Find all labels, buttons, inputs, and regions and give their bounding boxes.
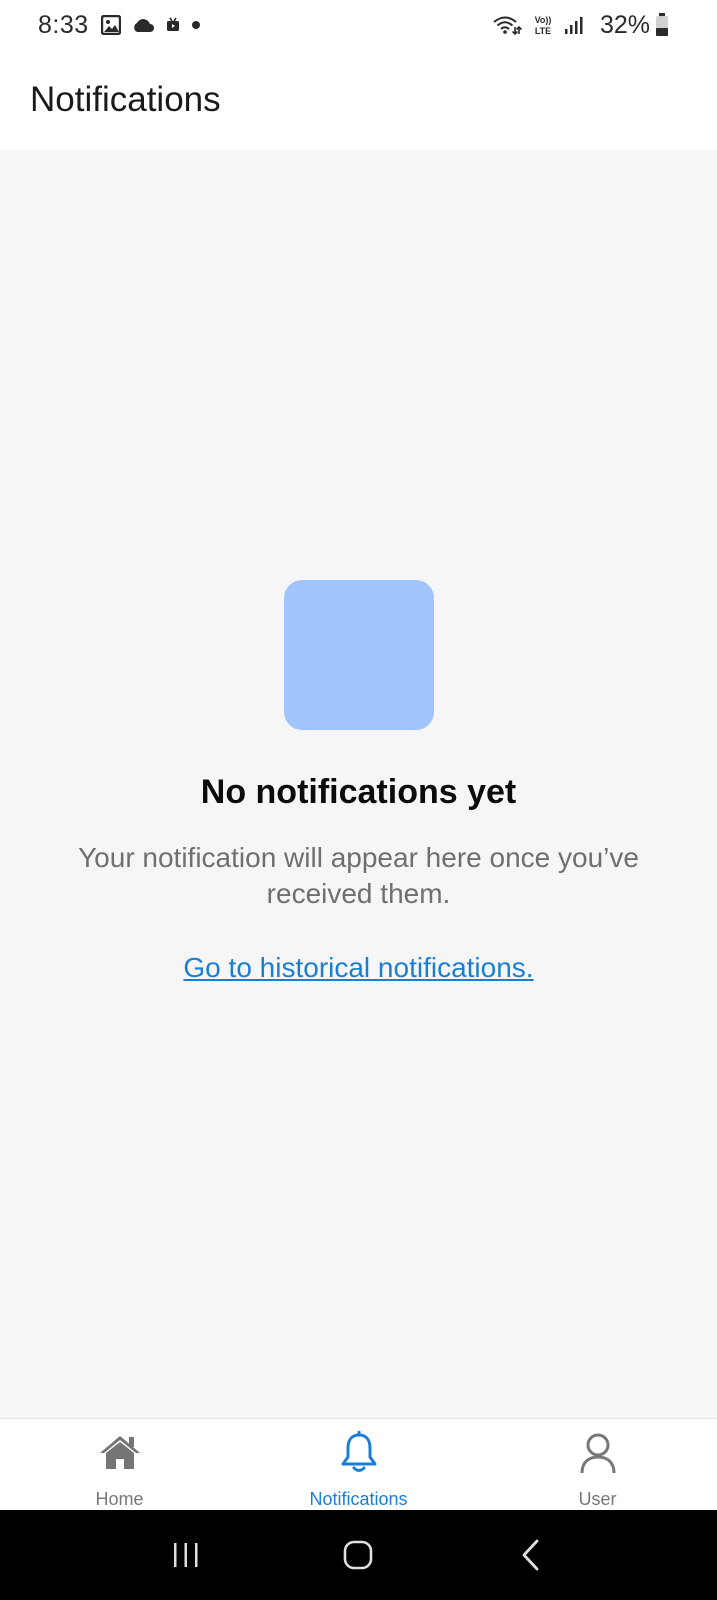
empty-state-title: No notifications yet: [200, 773, 517, 811]
back-icon[interactable]: [501, 1525, 561, 1585]
volte-icon: Vo)) LTE: [532, 14, 554, 36]
wifi-icon: [492, 15, 522, 35]
battery-icon: [655, 13, 669, 37]
main-content: No notifications yet Your notification w…: [0, 150, 717, 1418]
status-left: 8:33: [38, 11, 211, 40]
svg-text:Vo)): Vo)): [535, 15, 552, 25]
bell-icon: [339, 1431, 379, 1475]
bottom-nav: Home Notifications User: [0, 1418, 717, 1510]
app-header: Notifications: [0, 50, 717, 150]
svg-text:LTE: LTE: [535, 26, 551, 36]
home-circle-icon[interactable]: [328, 1525, 388, 1585]
cloud-icon: [131, 17, 155, 33]
home-icon: [98, 1431, 142, 1475]
status-right: Vo)) LTE 32%: [492, 11, 679, 40]
historical-notifications-link[interactable]: Go to historical notifications.: [0, 952, 717, 984]
signal-icon: [564, 15, 584, 35]
empty-state-illustration: [284, 580, 434, 730]
user-icon: [578, 1431, 618, 1475]
recent-apps-icon[interactable]: [156, 1525, 216, 1585]
nav-item-notifications[interactable]: Notifications: [239, 1419, 478, 1510]
nav-label-home: Home: [95, 1489, 144, 1509]
system-nav-bar: [0, 1510, 717, 1600]
nav-label-user: User: [578, 1489, 617, 1509]
nav-item-home[interactable]: Home: [0, 1419, 239, 1510]
nav-item-user[interactable]: User: [478, 1419, 717, 1510]
empty-state-description: Your notification will appear here once …: [78, 842, 639, 909]
gallery-icon: [100, 15, 121, 35]
nav-label-notifications: Notifications: [309, 1489, 408, 1509]
status-bar: 8:33 Vo)) LTE 32%: [0, 0, 717, 50]
dot-icon: [191, 20, 201, 30]
media-icon: [165, 17, 181, 33]
page-title: Notifications: [30, 80, 221, 119]
battery-percent: 32%: [599, 10, 650, 39]
status-time: 8:33: [38, 10, 89, 39]
